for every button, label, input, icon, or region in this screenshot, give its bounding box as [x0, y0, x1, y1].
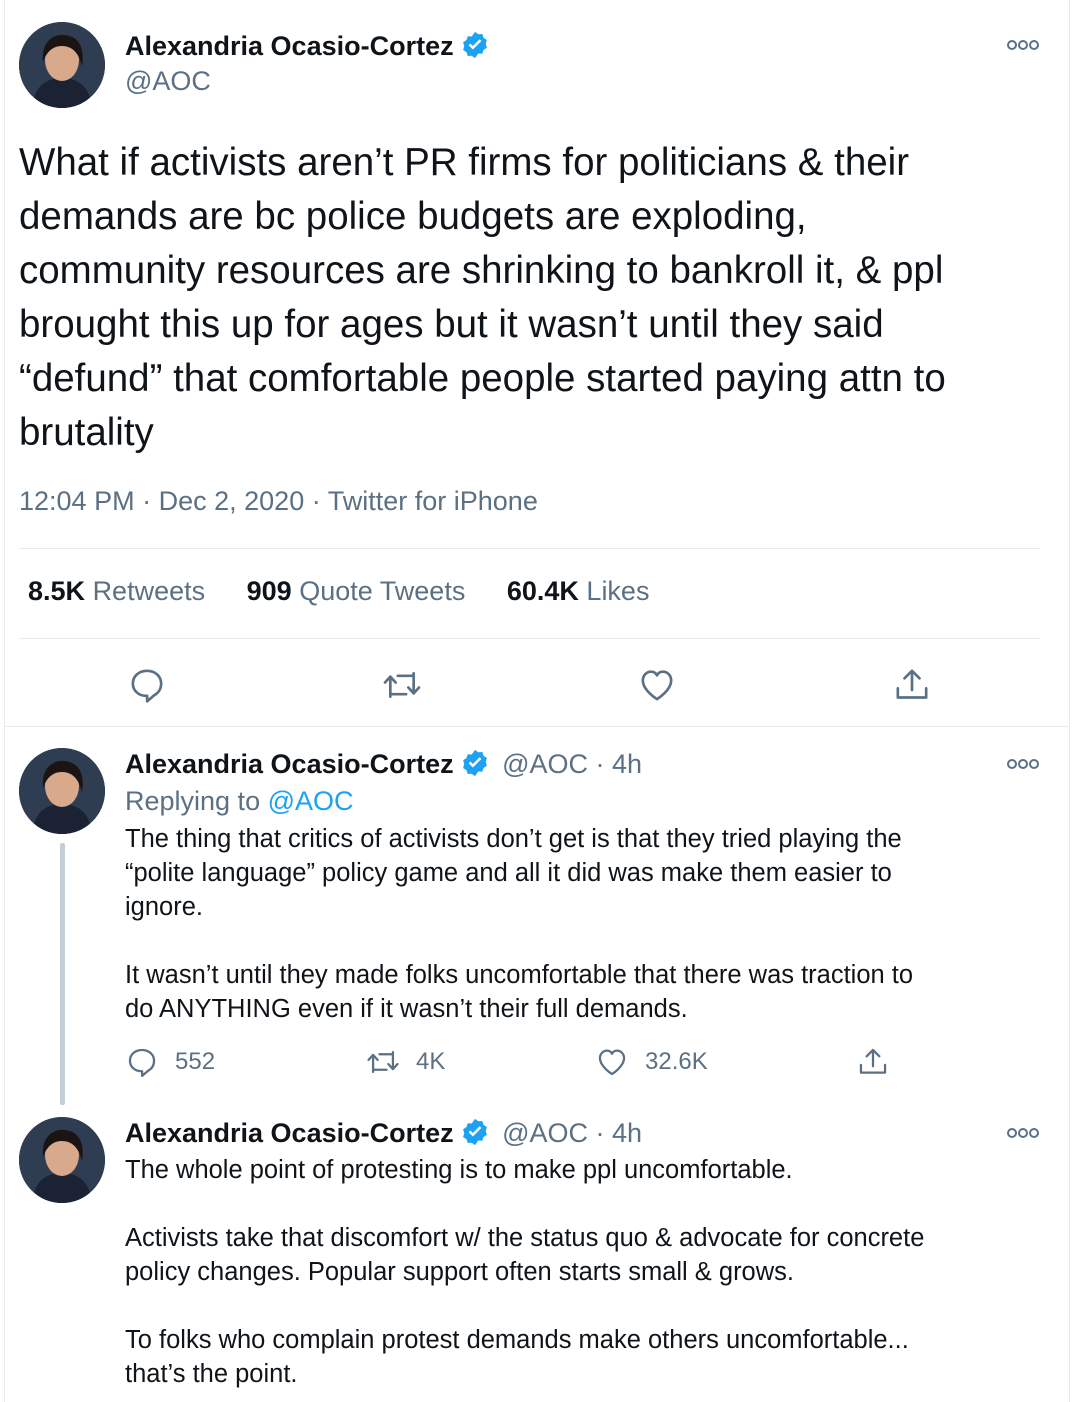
likes-count: 60.4K [506, 576, 579, 606]
share-icon[interactable] [856, 1045, 890, 1079]
tweet-date[interactable]: Dec 2, 2020 [159, 486, 305, 516]
reply-icon [128, 1048, 156, 1078]
handle-time[interactable]: @AOC · 4h [502, 749, 642, 779]
meta-separator: · [311, 486, 321, 516]
author-avatar[interactable] [19, 748, 105, 834]
replying-to-handle[interactable]: @AOC [268, 786, 354, 816]
quote-tweets-stat[interactable]: 909 Quote Tweets [247, 576, 466, 607]
author-avatar[interactable] [19, 1117, 105, 1203]
retweets-label: Retweets [92, 576, 206, 606]
author-avatar[interactable] [19, 22, 105, 108]
retweet-icon [367, 1050, 399, 1074]
tweet-source[interactable]: Twitter for iPhone [328, 486, 538, 516]
meta-separator: · [142, 486, 152, 516]
reply-text: The thing that critics of activists don’… [125, 825, 914, 1023]
author-header: Alexandria Ocasio-Cortez [125, 30, 490, 62]
retweet-count: 4K [416, 1048, 446, 1075]
author-handle[interactable]: @AOC [125, 66, 211, 97]
reply-count: 552 [175, 1048, 216, 1075]
retweet-action[interactable]: 4K [366, 1045, 445, 1079]
reply-header: Alexandria Ocasio-Cortez @AOC · 4h [125, 748, 642, 780]
likes-label: Likes [586, 576, 650, 606]
like-icon[interactable] [637, 665, 677, 705]
divider [4, 726, 1070, 727]
quote-tweets-count: 909 [246, 576, 292, 606]
author-name[interactable]: Alexandria Ocasio-Cortez [125, 31, 454, 61]
tweet-stats: 8.5K Retweets 909 Quote Tweets 60.4K Lik… [28, 576, 683, 607]
like-count: 32.6K [645, 1048, 708, 1075]
more-options-icon[interactable] [1006, 757, 1040, 771]
tweet-time[interactable]: 12:04 PM [19, 486, 135, 516]
reply-text: The whole point of protesting is to make… [125, 1156, 925, 1388]
verified-badge-icon [462, 31, 487, 59]
handle-time[interactable]: @AOC · 4h [502, 1118, 642, 1148]
thread-connector [60, 843, 65, 1105]
tweet-text: What if activists aren’t PR firms for po… [19, 141, 946, 454]
replying-to-label: Replying to [125, 786, 261, 816]
divider [19, 638, 1040, 639]
reply-icon[interactable] [127, 665, 167, 705]
reply-header: Alexandria Ocasio-Cortez @AOC · 4h [125, 1117, 642, 1149]
verified-badge-icon [462, 1118, 487, 1146]
divider [19, 548, 1040, 549]
author-name[interactable]: Alexandria Ocasio-Cortez [125, 1118, 454, 1148]
retweet-icon[interactable] [382, 665, 422, 705]
replying-to: Replying to @AOC [125, 786, 354, 817]
verified-badge-icon [462, 749, 487, 777]
author-name[interactable]: Alexandria Ocasio-Cortez [125, 749, 454, 779]
like-action[interactable]: 32.6K [595, 1045, 708, 1079]
quote-tweets-label: Quote Tweets [299, 576, 466, 606]
retweets-stat[interactable]: 8.5K Retweets [28, 576, 205, 607]
tweet-meta: 12:04 PM · Dec 2, 2020 · Twitter for iPh… [19, 486, 538, 517]
more-options-icon[interactable] [1006, 38, 1040, 52]
more-options-icon[interactable] [1006, 1126, 1040, 1140]
like-icon [598, 1049, 626, 1076]
share-icon[interactable] [892, 665, 932, 705]
likes-stat[interactable]: 60.4K Likes [507, 576, 650, 607]
retweets-count: 8.5K [28, 576, 86, 606]
reply-action[interactable]: 552 [125, 1045, 215, 1079]
